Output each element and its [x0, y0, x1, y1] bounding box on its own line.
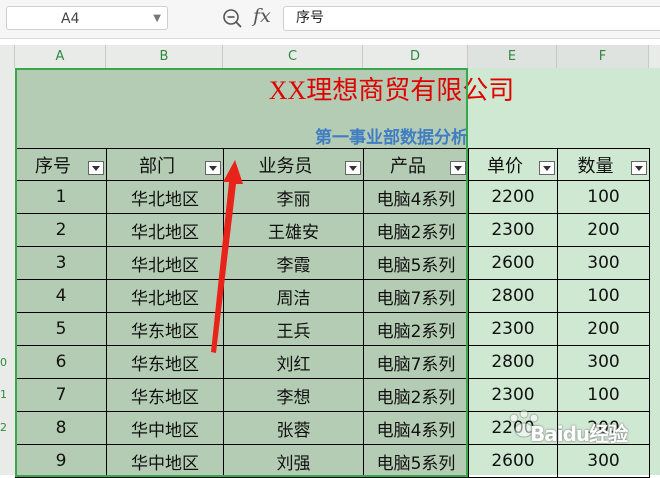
column-headers: A B C D E F	[0, 45, 660, 69]
table-cell[interactable]: 300	[557, 444, 650, 478]
column-header-f[interactable]: F	[557, 45, 649, 68]
column-header-d[interactable]: D	[363, 45, 468, 68]
table-cell[interactable]: 100	[557, 180, 650, 214]
row-number[interactable]: 2	[0, 421, 15, 434]
filter-dropdown-icon[interactable]	[631, 161, 647, 175]
name-box[interactable]: A4 ▼	[6, 6, 168, 30]
header-cell[interactable]: 单价	[468, 148, 558, 181]
header-label: 单价	[487, 155, 523, 177]
table-cell[interactable]: 2800	[468, 345, 558, 379]
table-cell[interactable]: 200	[557, 312, 650, 346]
table-cell[interactable]: 200	[557, 213, 650, 247]
name-box-value: A4	[61, 11, 80, 27]
filter-dropdown-icon[interactable]	[539, 161, 555, 175]
table-cell[interactable]: 2600	[468, 444, 558, 478]
fx-icon[interactable]: fx	[253, 5, 271, 27]
row-number[interactable]: 0	[0, 356, 15, 369]
header-cell[interactable]: 数量	[557, 148, 650, 181]
table-cell[interactable]: 100	[557, 279, 650, 313]
column-header-a[interactable]: A	[15, 45, 106, 68]
column-header-c[interactable]: C	[223, 45, 363, 68]
watermark-text: Baidu经验	[530, 422, 628, 446]
table-cell[interactable]: 2200	[468, 180, 558, 214]
select-all-corner[interactable]	[0, 45, 15, 68]
chevron-down-icon[interactable]: ▼	[153, 7, 161, 31]
table-cell[interactable]: 2300	[468, 312, 558, 346]
table-cell[interactable]: 2800	[468, 279, 558, 313]
row-headers: 0 1 2	[0, 68, 16, 475]
header-label: 数量	[577, 155, 614, 177]
zoom-icon[interactable]	[221, 7, 243, 29]
table-cell[interactable]: 300	[557, 246, 650, 280]
column-header-b[interactable]: B	[106, 45, 223, 68]
column-header-e[interactable]: E	[468, 45, 557, 68]
formula-bar: A4 ▼ fx 序号	[0, 0, 660, 39]
table-cell[interactable]: 2300	[468, 213, 558, 247]
table-cell[interactable]: 2600	[468, 246, 558, 280]
table-cell[interactable]: 300	[557, 345, 650, 379]
row-number[interactable]: 1	[0, 388, 15, 401]
formula-input[interactable]: 序号	[283, 6, 660, 31]
selection-border	[15, 68, 468, 477]
